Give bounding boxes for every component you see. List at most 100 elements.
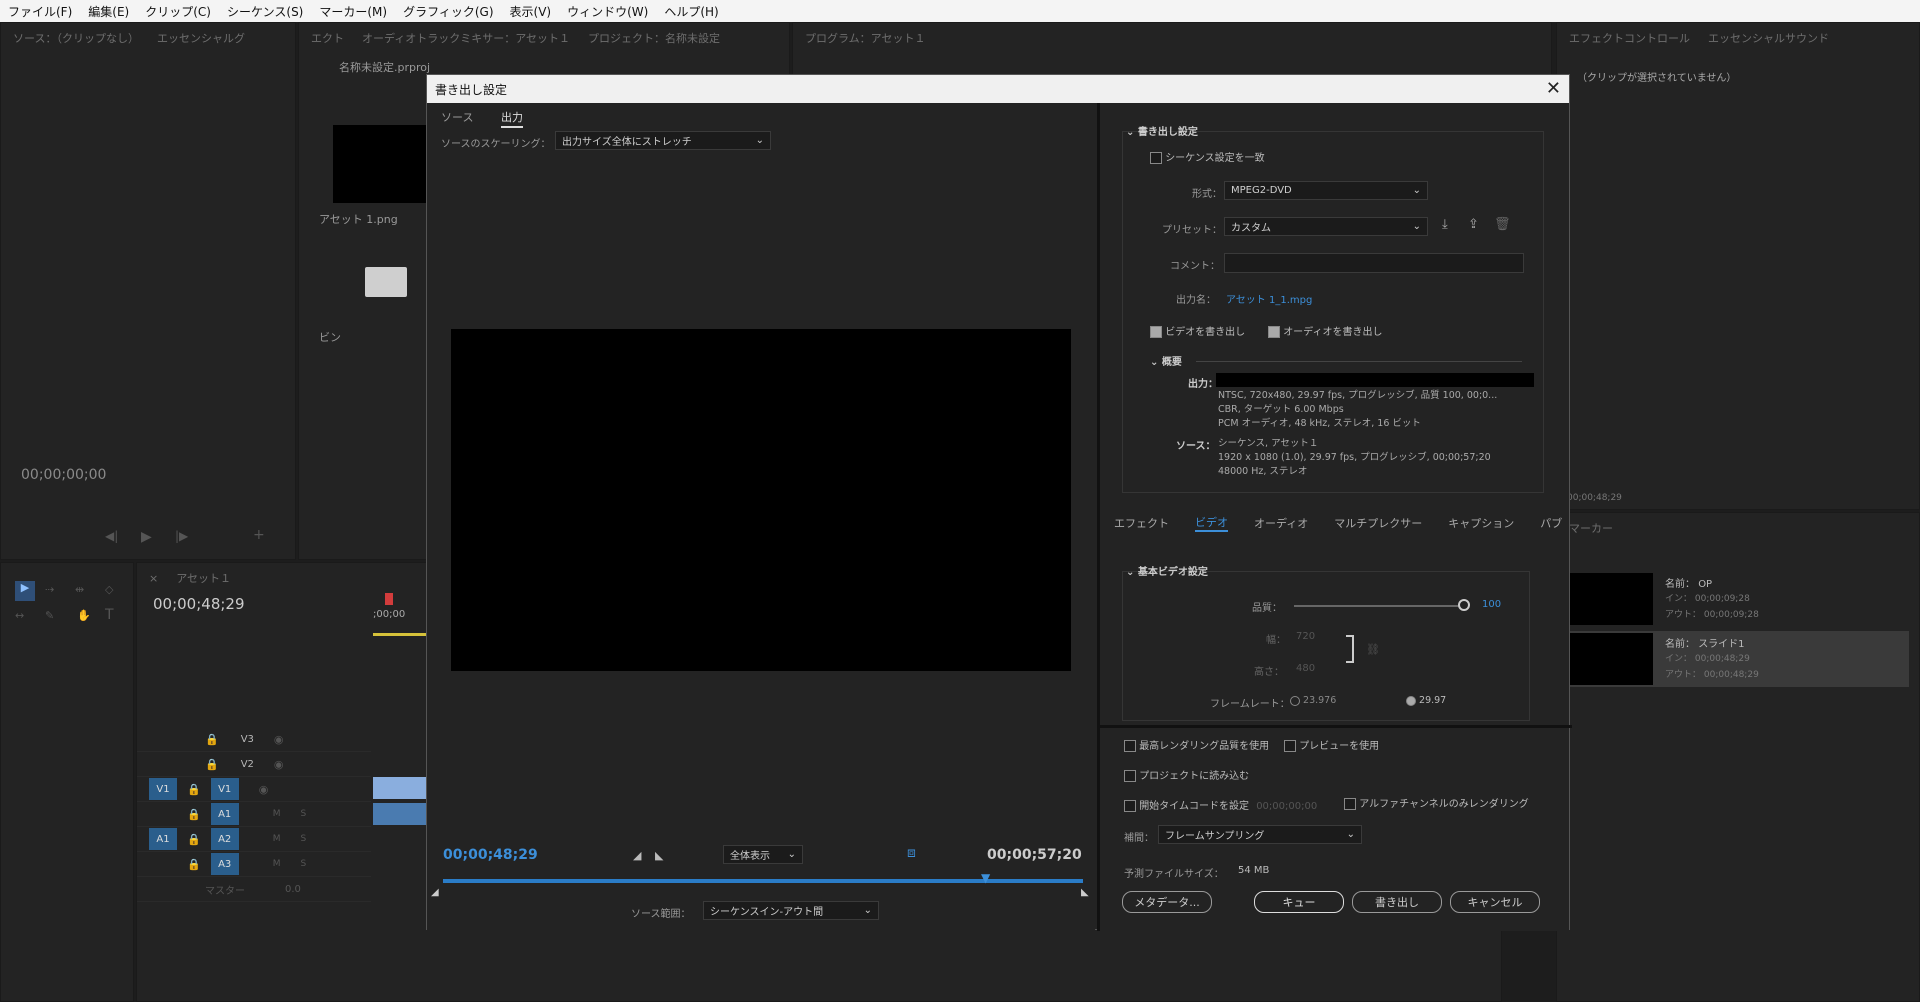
height-value[interactable]: 480: [1296, 663, 1315, 674]
tab-essential-graphics[interactable]: エッセンシャルグ: [157, 30, 245, 46]
slip-icon[interactable]: ↔: [15, 609, 24, 622]
source-patch-v1[interactable]: V1: [149, 778, 177, 800]
tab-effects-settings[interactable]: エフェクト: [1114, 515, 1169, 531]
track-label[interactable]: V1: [210, 778, 239, 800]
range-end-handle[interactable]: ◣: [1081, 887, 1089, 898]
quality-slider-track[interactable]: [1294, 605, 1462, 607]
timeline-timecode[interactable]: 00;00;48;29: [153, 595, 245, 613]
tab-audio-settings[interactable]: オーディオ: [1254, 515, 1308, 531]
queue-button[interactable]: キュー: [1254, 891, 1344, 913]
menu-help[interactable]: ヘルプ(H): [656, 3, 726, 20]
ripple-edit-icon[interactable]: ⇹: [75, 583, 84, 596]
max-render-row[interactable]: 最高レンダリング品質を使用: [1124, 737, 1269, 752]
output-name-link[interactable]: アセット 1_1.mpg: [1226, 291, 1312, 306]
mute-button[interactable]: M: [273, 809, 281, 819]
video-clip[interactable]: [373, 777, 433, 799]
menu-window[interactable]: ウィンドウ(W): [559, 3, 656, 20]
menu-sequence[interactable]: シーケンス(S): [219, 3, 311, 20]
alpha-only-checkbox[interactable]: [1344, 798, 1356, 810]
export-button[interactable]: 書き出し: [1352, 891, 1442, 913]
export-video-checkbox[interactable]: [1150, 326, 1162, 338]
import-project-row[interactable]: プロジェクトに読み込む: [1124, 767, 1249, 782]
track-lock-icon[interactable]: 🔒: [205, 758, 219, 771]
export-video-row[interactable]: ビデオを書き出し: [1150, 323, 1245, 338]
start-tc-value[interactable]: 00;00;00;00: [1256, 801, 1317, 812]
mute-button[interactable]: M: [273, 859, 281, 869]
track-label[interactable]: A2: [210, 828, 239, 850]
track-label[interactable]: V2: [241, 759, 254, 770]
link-icon[interactable]: ⛓: [1366, 643, 1380, 656]
marker-item[interactable]: 名前： スライド1 イン： 00;00;48;29 アウト： 00;00;48;…: [1569, 631, 1909, 687]
tab-essential-sound[interactable]: エッセンシャルサウンド: [1708, 30, 1829, 46]
match-sequence-row[interactable]: シーケンス設定を一致: [1150, 149, 1265, 164]
project-item-thumbnail[interactable]: [333, 125, 433, 203]
tab-output-preview[interactable]: 出力: [501, 109, 523, 128]
menu-view[interactable]: 表示(V): [502, 3, 560, 20]
add-button-icon[interactable]: +: [253, 527, 265, 543]
step-back-icon[interactable]: ◀|: [105, 529, 118, 543]
max-render-checkbox[interactable]: [1124, 740, 1136, 752]
razor-icon[interactable]: ◇: [105, 583, 113, 596]
export-audio-checkbox[interactable]: [1268, 326, 1280, 338]
import-project-checkbox[interactable]: [1124, 770, 1136, 782]
eye-icon[interactable]: ◉: [274, 758, 284, 771]
play-icon[interactable]: ▶: [141, 529, 152, 545]
dialog-close-button[interactable]: ✕: [1546, 78, 1561, 99]
pen-icon[interactable]: ✎: [45, 609, 54, 622]
fr2-row[interactable]: 29.97: [1406, 695, 1446, 706]
export-settings-header[interactable]: ⌄ 書き出し設定: [1126, 123, 1198, 138]
menu-edit[interactable]: 編集(E): [80, 3, 137, 20]
track-label[interactable]: A1: [210, 803, 239, 825]
quality-value[interactable]: 100: [1482, 599, 1501, 610]
tab-audio-mixer[interactable]: オーディオトラックミキサー：アセット１: [362, 30, 570, 46]
use-preview-row[interactable]: プレビューを使用: [1284, 737, 1379, 752]
tab-publish[interactable]: パブ: [1540, 515, 1562, 531]
menu-graphics[interactable]: グラフィック(G): [395, 3, 501, 20]
zoom-dropdown[interactable]: 全体表示 ⌄: [723, 845, 803, 864]
source-patch-a1[interactable]: A1: [149, 828, 177, 850]
master-value[interactable]: 0.0: [285, 884, 301, 895]
metadata-button[interactable]: メタデータ...: [1122, 891, 1212, 913]
comment-input[interactable]: [1224, 253, 1524, 273]
interp-dropdown[interactable]: フレームサンプリング ⌄: [1158, 825, 1362, 844]
set-out-point-icon[interactable]: ◣: [655, 849, 663, 862]
tab-markers[interactable]: マーカー: [1569, 520, 1613, 536]
in-timecode[interactable]: 00;00;48;29: [443, 847, 538, 863]
mute-button[interactable]: M: [273, 834, 281, 844]
menu-marker[interactable]: マーカー(M): [311, 3, 395, 20]
delete-preset-icon[interactable]: 🗑: [1494, 217, 1511, 232]
match-sequence-checkbox[interactable]: [1150, 152, 1162, 164]
solo-button[interactable]: S: [300, 834, 306, 844]
marker-item[interactable]: 名前： OP イン： 00;00;09;28 アウト： 00;00;09;28: [1569, 573, 1909, 629]
tab-captions[interactable]: キャプション: [1448, 515, 1514, 531]
solo-button[interactable]: S: [300, 809, 306, 819]
menu-clip[interactable]: クリップ(C): [137, 3, 219, 20]
track-lock-icon[interactable]: 🔒: [205, 733, 219, 746]
tab-video-settings[interactable]: ビデオ: [1195, 514, 1228, 532]
eye-icon[interactable]: ◉: [274, 733, 284, 746]
scaling-dropdown[interactable]: 出力サイズ全体にストレッチ ⌄: [555, 131, 771, 150]
tab-sequence[interactable]: アセット１: [176, 570, 231, 586]
playhead-marker[interactable]: [385, 593, 393, 605]
tab-program[interactable]: プログラム：アセット１: [805, 30, 925, 46]
track-lock-icon[interactable]: 🔒: [187, 833, 201, 846]
tab-source[interactable]: ソース：（クリップなし）: [13, 30, 139, 46]
close-icon[interactable]: ×: [149, 572, 158, 585]
import-preset-icon[interactable]: ⇪: [1468, 217, 1479, 232]
width-value[interactable]: 720: [1296, 631, 1315, 642]
track-lock-icon[interactable]: 🔒: [187, 783, 201, 796]
type-tool-icon[interactable]: T: [105, 607, 114, 623]
cancel-button[interactable]: キャンセル: [1450, 891, 1540, 913]
export-audio-row[interactable]: オーディオを書き出し: [1268, 323, 1383, 338]
folder-icon[interactable]: [365, 267, 407, 297]
save-preset-icon[interactable]: ⤓: [1442, 217, 1448, 232]
fr1-radio[interactable]: [1290, 695, 1300, 706]
track-label[interactable]: A3: [210, 853, 239, 875]
tab-effect-controls[interactable]: エフェクトコントロール: [1569, 30, 1690, 46]
set-in-point-icon[interactable]: ◢: [633, 849, 641, 862]
menu-file[interactable]: ファイル(F): [0, 3, 80, 20]
track-lock-icon[interactable]: 🔒: [187, 808, 201, 821]
format-dropdown[interactable]: MPEG2-DVD ⌄: [1224, 181, 1428, 200]
solo-button[interactable]: S: [300, 859, 306, 869]
work-area-bar[interactable]: [373, 633, 433, 636]
